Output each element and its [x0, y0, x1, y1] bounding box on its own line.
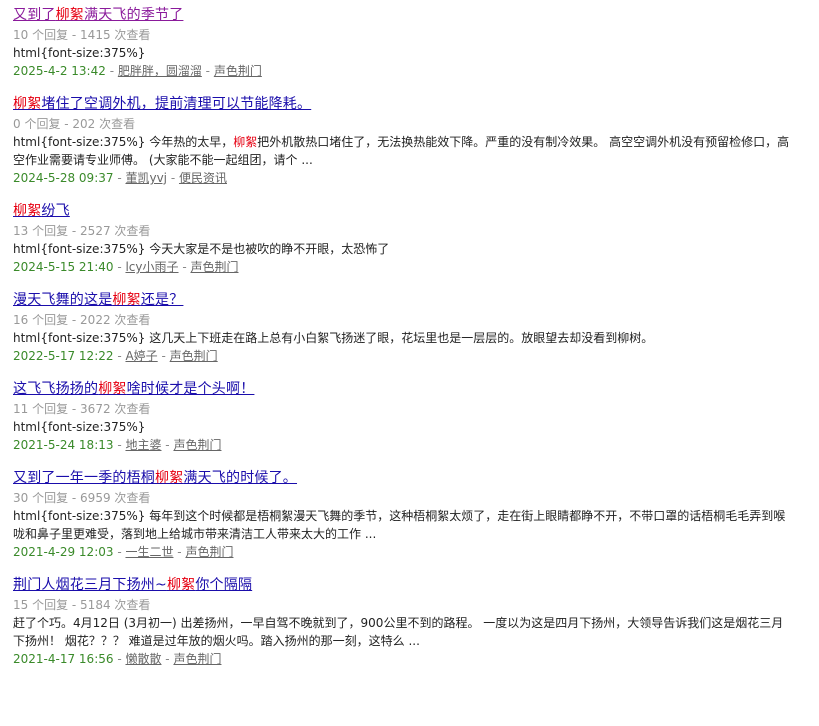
reply-view-stats: 0 个回复 - 202 次查看 [13, 117, 136, 131]
search-result-item: 荆门人烟花三月下扬州~柳絮你个隔隔 15 个回复 - 5184 次查看赶了个巧。4… [13, 574, 819, 668]
search-result-item: 漫天飞舞的这是柳絮还是？ 16 个回复 - 2022 次查看 html{font-s… [13, 289, 819, 365]
author-link[interactable]: lcy小雨子 [125, 260, 178, 274]
forum-link[interactable]: 声色荆门 [170, 349, 218, 363]
result-snippet: 赶了个巧。4月12日 (3月初一) 出差扬州，一早自驾不晚就到了，900公里不到… [13, 614, 793, 650]
meta-separator: - [157, 349, 170, 363]
reply-view-stats: 10 个回复 - 1415 次查看 [13, 28, 151, 42]
title-keyword-highlight: 柳絮 [98, 381, 127, 397]
result-snippet: html{font-size:375%} 每年到这个时候都是梧桐絮漫天飞舞的季节… [13, 507, 793, 543]
post-date: 2022-5-17 12:22 [13, 349, 114, 363]
search-result-item: 又到了柳絮满天飞的季节了 10 个回复 - 1415 次查看 html{font-s… [13, 4, 819, 80]
result-meta: 2021-5-24 18:13 - 地主婆 - 声色荆门 [13, 436, 819, 454]
result-snippet: html{font-size:375%} [13, 418, 793, 436]
result-title-link[interactable]: 又到了一年一季的梧桐柳絮满天飞的时候了。 [13, 467, 297, 489]
reply-view-stats: 30 个回复 - 6959 次查看 [13, 491, 151, 505]
forum-link[interactable]: 声色荆门 [190, 260, 238, 274]
reply-view-stats: 15 个回复 - 5184 次查看 [13, 598, 151, 612]
post-date: 2025-4-2 13:42 [13, 64, 106, 78]
snippet-text-before: html{font-size:375%} 今年热的太早， [13, 135, 234, 149]
title-keyword-highlight: 柳絮 [155, 470, 184, 486]
meta-separator: - [178, 260, 191, 274]
snippet-text-before: html{font-size:375%} 今天大家是不是也被吹的睁不开眼，太恐怖… [13, 242, 390, 256]
title-text-before: 又到了 [13, 7, 56, 23]
author-link[interactable]: 董凯yvj [125, 171, 167, 185]
meta-separator: - [113, 260, 126, 274]
result-snippet: html{font-size:375%} [13, 44, 793, 62]
forum-link[interactable]: 声色荆门 [185, 545, 233, 559]
title-text-before: 又到了一年一季的梧桐 [13, 470, 155, 486]
meta-separator: - [113, 171, 126, 185]
search-result-item: 柳絮纷飞 13 个回复 - 2527 次查看 html{font-size:375%… [13, 200, 819, 276]
forum-link[interactable]: 便民资讯 [179, 171, 227, 185]
reply-view-stats: 13 个回复 - 2527 次查看 [13, 224, 151, 238]
result-snippet: html{font-size:375%} 今年热的太早，柳絮把外机散热口堵住了，… [13, 133, 793, 169]
result-title-link[interactable]: 柳絮堵住了空调外机，提前清理可以节能降耗。 [13, 93, 311, 115]
meta-separator: - [201, 64, 214, 78]
result-meta: 2022-5-17 12:22 - A婷子 - 声色荆门 [13, 347, 819, 365]
snippet-keyword-highlight: 柳絮 [233, 135, 258, 149]
title-text-after: 你个隔隔 [195, 577, 253, 593]
title-keyword-highlight: 柳絮 [13, 203, 42, 219]
title-text-after: 满天飞的季节了 [84, 7, 184, 23]
result-title-link[interactable]: 荆门人烟花三月下扬州~柳絮你个隔隔 [13, 574, 252, 596]
result-meta: 2025-4-2 13:42 - 肥胖胖，圆溜溜 - 声色荆门 [13, 62, 819, 80]
result-snippet: html{font-size:375%} 这几天上下班走在路上总有小白絮飞扬迷了… [13, 329, 793, 347]
result-meta: 2024-5-15 21:40 - lcy小雨子 - 声色荆门 [13, 258, 819, 276]
search-result-item: 这飞飞扬扬的柳絮啥时候才是个头啊！ 11 个回复 - 3672 次查看 html{f… [13, 378, 819, 454]
meta-separator: - [161, 438, 174, 452]
meta-separator: - [113, 545, 126, 559]
search-result-item: 又到了一年一季的梧桐柳絮满天飞的时候了。 30 个回复 - 6959 次查看 htm… [13, 467, 819, 561]
post-date: 2021-4-29 12:03 [13, 545, 114, 559]
post-date: 2021-4-17 16:56 [13, 652, 114, 666]
title-text-after: 满天飞的时候了。 [183, 470, 298, 486]
meta-separator: - [173, 545, 186, 559]
result-title-link[interactable]: 又到了柳絮满天飞的季节了 [13, 4, 183, 26]
title-text-after: 纷飞 [41, 203, 70, 219]
meta-separator: - [105, 64, 118, 78]
forum-link[interactable]: 声色荆门 [173, 652, 221, 666]
author-link[interactable]: 地主婆 [125, 438, 161, 452]
author-link[interactable]: A婷子 [125, 349, 157, 363]
result-title-link[interactable]: 漫天飞舞的这是柳絮还是？ [13, 289, 183, 311]
title-text-after: 啥时候才是个头啊！ [126, 381, 255, 397]
author-link[interactable]: 懒散散 [125, 652, 161, 666]
snippet-text-before: html{font-size:375%} [13, 46, 146, 60]
meta-separator: - [167, 171, 179, 185]
meta-separator: - [161, 652, 174, 666]
reply-view-stats: 11 个回复 - 3672 次查看 [13, 402, 151, 416]
search-results-list: 又到了柳絮满天飞的季节了 10 个回复 - 1415 次查看 html{font-s… [0, 0, 819, 668]
title-text-before: 这飞飞扬扬的 [13, 381, 99, 397]
title-keyword-highlight: 柳絮 [166, 577, 196, 593]
title-text-before: 荆门人烟花三月下扬州~ [13, 577, 167, 593]
meta-separator: - [113, 349, 126, 363]
post-date: 2024-5-28 09:37 [13, 171, 114, 185]
result-title-link[interactable]: 这飞飞扬扬的柳絮啥时候才是个头啊！ [13, 378, 254, 400]
author-link[interactable]: 肥胖胖，圆溜溜 [118, 64, 202, 78]
forum-link[interactable]: 声色荆门 [173, 438, 221, 452]
snippet-text-before: html{font-size:375%} [13, 420, 146, 434]
result-meta: 2024-5-28 09:37 - 董凯yvj - 便民资讯 [13, 169, 819, 187]
result-title-link[interactable]: 柳絮纷飞 [13, 200, 70, 222]
snippet-text-before: html{font-size:375%} 这几天上下班走在路上总有小白絮飞扬迷了… [13, 331, 654, 345]
title-text-after: 堵住了空调外机，提前清理可以节能降耗。 [41, 96, 312, 112]
search-result-item: 柳絮堵住了空调外机，提前清理可以节能降耗。 0 个回复 - 202 次查看 html… [13, 93, 819, 187]
reply-view-stats: 16 个回复 - 2022 次查看 [13, 313, 151, 327]
title-text-after: 还是？ [140, 292, 184, 308]
title-text-before: 漫天飞舞的这是 [13, 292, 113, 308]
title-keyword-highlight: 柳絮 [55, 7, 85, 23]
title-keyword-highlight: 柳絮 [112, 292, 141, 308]
result-snippet: html{font-size:375%} 今天大家是不是也被吹的睁不开眼，太恐怖… [13, 240, 793, 258]
title-keyword-highlight: 柳絮 [13, 96, 42, 112]
result-meta: 2021-4-29 12:03 - 一生二世 - 声色荆门 [13, 543, 819, 561]
result-meta: 2021-4-17 16:56 - 懒散散 - 声色荆门 [13, 650, 819, 668]
meta-separator: - [113, 438, 126, 452]
post-date: 2024-5-15 21:40 [13, 260, 114, 274]
post-date: 2021-5-24 18:13 [13, 438, 114, 452]
forum-link[interactable]: 声色荆门 [214, 64, 262, 78]
snippet-text-before: 赶了个巧。4月12日 (3月初一) 出差扬州，一早自驾不晚就到了，900公里不到… [13, 616, 784, 648]
author-link[interactable]: 一生二世 [125, 545, 173, 559]
meta-separator: - [113, 652, 126, 666]
snippet-text-before: html{font-size:375%} 每年到这个时候都是梧桐絮漫天飞舞的季节… [13, 509, 786, 541]
